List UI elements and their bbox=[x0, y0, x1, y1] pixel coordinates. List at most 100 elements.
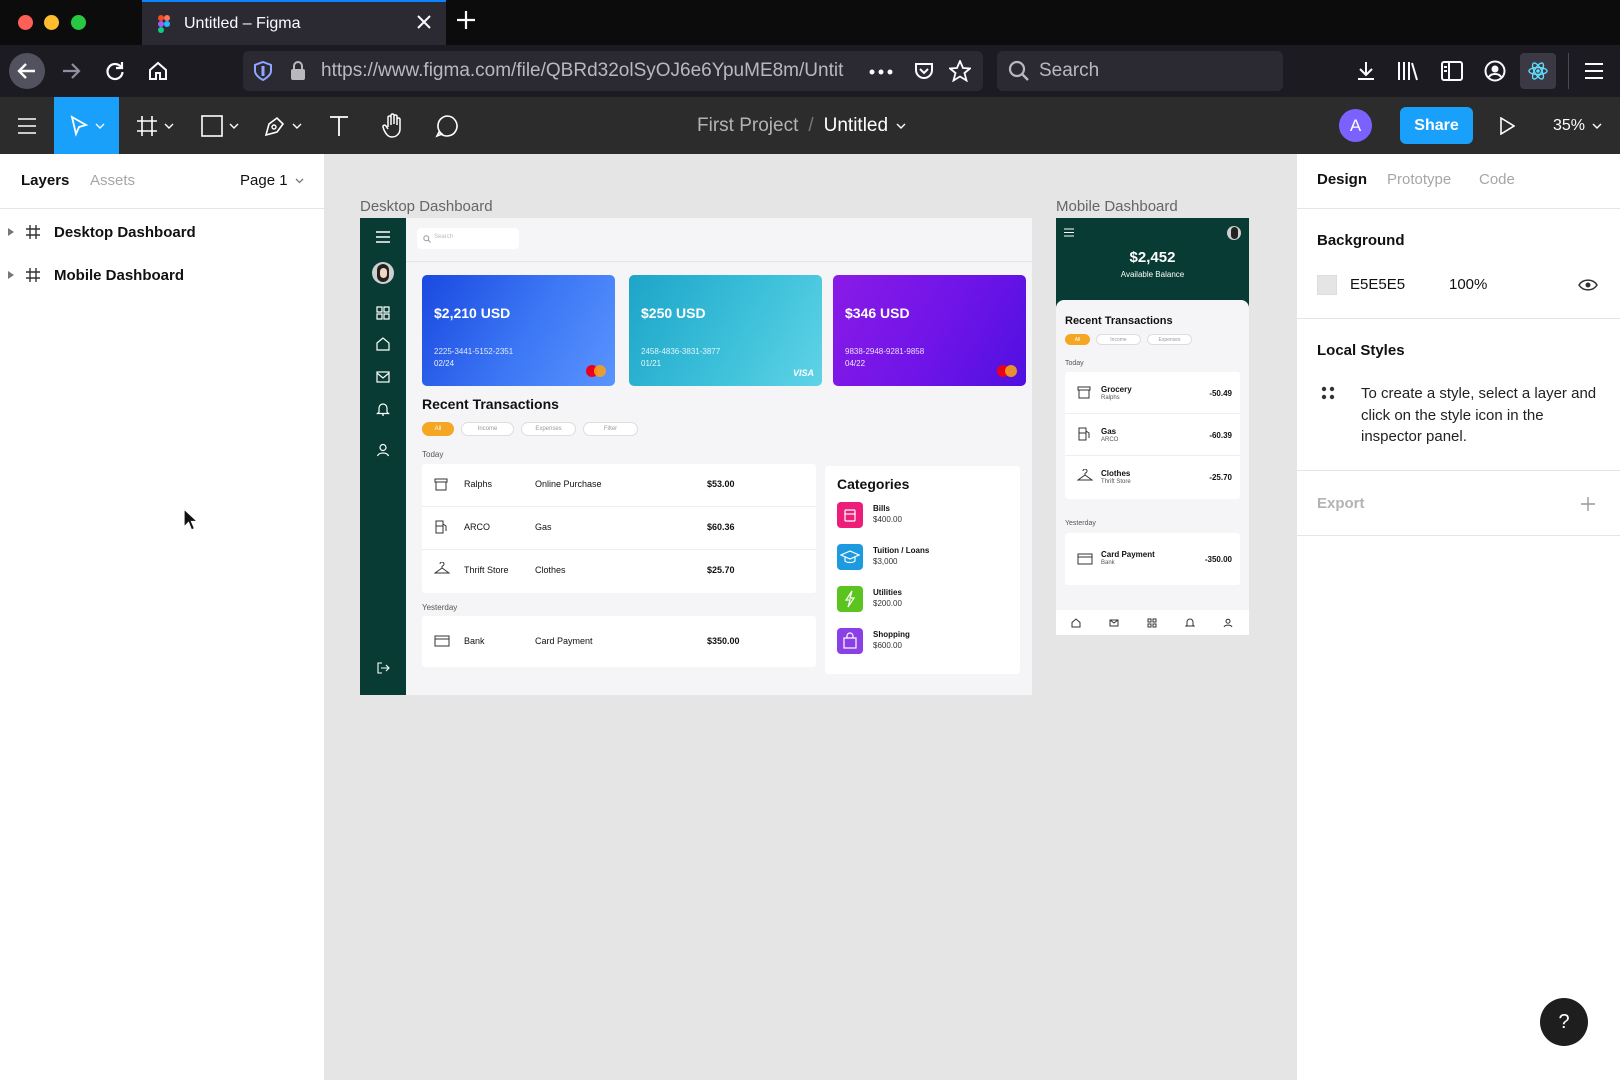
bookmark-star-icon[interactable] bbox=[949, 60, 971, 82]
tab-layers[interactable]: Layers bbox=[21, 172, 69, 189]
category-item[interactable]: Bills $400.00 bbox=[837, 500, 1007, 530]
card-1[interactable]: $2,210 USD 2225-3441-5152-2351 02/24 bbox=[422, 275, 615, 386]
layer-mobile-dashboard[interactable]: Mobile Dashboard bbox=[0, 259, 324, 291]
category-item[interactable]: Shopping $600.00 bbox=[837, 626, 1007, 656]
grid-icon[interactable] bbox=[1147, 618, 1157, 628]
category-item[interactable]: Tuition / Loans $3,000 bbox=[837, 542, 1007, 572]
desktop-dashboard-frame[interactable]: Search $2,210 USD 2225-3441-5152-2351 02… bbox=[360, 218, 1032, 695]
caret-right-icon[interactable] bbox=[8, 228, 14, 236]
export-heading: Export bbox=[1317, 495, 1365, 512]
account-icon[interactable] bbox=[1477, 53, 1513, 89]
list-item[interactable]: Clothes Thrift Store -25.70 bbox=[1065, 456, 1240, 498]
tx-merchant: Bank bbox=[1101, 560, 1115, 566]
background-color-swatch[interactable] bbox=[1317, 275, 1337, 295]
text-tool-button[interactable] bbox=[325, 97, 353, 154]
table-row[interactable]: Thrift Store Clothes $25.70 bbox=[422, 550, 816, 593]
tab-design[interactable]: Design bbox=[1317, 171, 1367, 188]
sidebar-toggle-icon[interactable] bbox=[1434, 53, 1470, 89]
mail-icon[interactable] bbox=[1109, 618, 1119, 628]
zoom-dropdown[interactable]: 35% bbox=[1553, 97, 1602, 154]
react-devtools-icon[interactable] bbox=[1520, 53, 1556, 89]
table-row[interactable]: ARCO Gas $60.36 bbox=[422, 507, 816, 550]
browser-search-input[interactable]: Search bbox=[997, 51, 1283, 91]
list-item[interactable]: Gas ARCO -60.39 bbox=[1065, 414, 1240, 456]
filter-income[interactable]: Income bbox=[1096, 334, 1141, 345]
frame-tool-button[interactable] bbox=[130, 97, 180, 154]
maximize-window-button[interactable] bbox=[71, 15, 86, 30]
filter-all[interactable]: All bbox=[422, 422, 454, 436]
table-row[interactable]: Bank Card Payment $350.00 bbox=[422, 616, 816, 667]
page-selector[interactable]: Page 1 bbox=[240, 172, 304, 189]
present-icon[interactable] bbox=[1495, 97, 1519, 154]
filter-income[interactable]: Income bbox=[461, 422, 514, 436]
tx-amount: $25.70 bbox=[707, 565, 735, 575]
comment-tool-button[interactable] bbox=[432, 97, 462, 154]
card-amount: $2,210 USD bbox=[434, 305, 511, 321]
panel-divider bbox=[1297, 470, 1620, 471]
user-icon[interactable] bbox=[1223, 618, 1233, 628]
caret-right-icon[interactable] bbox=[8, 271, 14, 279]
filter-button[interactable]: Filter bbox=[583, 422, 638, 436]
background-opacity-input[interactable]: 100% bbox=[1449, 276, 1487, 293]
tab-code[interactable]: Code bbox=[1479, 171, 1515, 188]
pen-tool-button[interactable] bbox=[258, 97, 308, 154]
frame-label-desktop[interactable]: Desktop Dashboard bbox=[360, 198, 493, 215]
visa-logo: VISA bbox=[792, 368, 814, 378]
page-actions-icon[interactable] bbox=[869, 69, 893, 75]
tx-merchant: Thrift Store bbox=[464, 565, 509, 575]
available-balance-label: Available Balance bbox=[1120, 270, 1185, 279]
browser-menu-icon[interactable] bbox=[1576, 53, 1612, 89]
list-item[interactable]: Card Payment Bank -350.00 bbox=[1065, 533, 1240, 585]
new-tab-icon[interactable] bbox=[455, 9, 477, 31]
browser-tab[interactable]: Untitled – Figma bbox=[142, 0, 446, 45]
avatar[interactable]: A bbox=[1339, 109, 1372, 142]
pocket-icon[interactable] bbox=[914, 61, 934, 81]
search-icon bbox=[423, 235, 431, 243]
mobile-dashboard-frame[interactable]: $2,452 Available Balance Recent Transact… bbox=[1056, 218, 1249, 635]
reload-icon[interactable] bbox=[97, 53, 133, 89]
filter-expenses[interactable]: Expenses bbox=[1147, 334, 1192, 345]
close-tab-icon[interactable] bbox=[416, 14, 432, 30]
main-menu-icon[interactable] bbox=[0, 97, 54, 154]
list-item[interactable]: Grocery Ralphs -50.49 bbox=[1065, 372, 1240, 414]
url-bar[interactable]: https://www.figma.com/file/QBRd32olSyOJ6… bbox=[243, 51, 983, 91]
forward-icon[interactable] bbox=[53, 53, 89, 89]
frame-label-mobile[interactable]: Mobile Dashboard bbox=[1056, 198, 1178, 215]
design-canvas[interactable]: Desktop Dashboard Mobile Dashboard Searc… bbox=[325, 154, 1296, 1080]
layer-desktop-dashboard[interactable]: Desktop Dashboard bbox=[0, 216, 324, 248]
help-button[interactable]: ? bbox=[1540, 998, 1588, 1046]
category-item[interactable]: Utilities $200.00 bbox=[837, 584, 1007, 614]
add-export-icon[interactable] bbox=[1580, 496, 1596, 512]
card-2[interactable]: $250 USD 2458-4836-3831-3877 01/21 VISA bbox=[629, 275, 822, 386]
home-icon[interactable] bbox=[1071, 618, 1081, 628]
dashboard-search-input[interactable]: Search bbox=[417, 228, 519, 249]
share-button[interactable]: Share bbox=[1400, 107, 1473, 144]
downloads-icon[interactable] bbox=[1348, 53, 1384, 89]
tx-merchant: ARCO bbox=[464, 522, 491, 532]
back-icon[interactable] bbox=[9, 53, 45, 89]
yesterday-transactions: Card Payment Bank -350.00 bbox=[1065, 533, 1240, 585]
library-icon[interactable] bbox=[1390, 53, 1426, 89]
minimize-window-button[interactable] bbox=[44, 15, 59, 30]
file-name[interactable]: Untitled bbox=[824, 115, 888, 137]
tx-type: Card Payment bbox=[535, 636, 593, 646]
filter-expenses[interactable]: Expenses bbox=[521, 422, 576, 436]
hand-tool-button[interactable] bbox=[378, 97, 408, 154]
move-tool-button[interactable] bbox=[54, 97, 119, 154]
chevron-down-icon[interactable] bbox=[896, 123, 906, 129]
table-row[interactable]: Ralphs Online Purchase $53.00 bbox=[422, 464, 816, 507]
background-hex-input[interactable]: E5E5E5 bbox=[1350, 276, 1405, 293]
bell-icon[interactable] bbox=[1185, 618, 1195, 628]
tab-prototype[interactable]: Prototype bbox=[1387, 171, 1451, 188]
home-icon[interactable] bbox=[140, 53, 176, 89]
tab-assets[interactable]: Assets bbox=[90, 172, 135, 189]
shape-tool-button[interactable] bbox=[195, 97, 245, 154]
project-name[interactable]: First Project bbox=[697, 115, 798, 137]
eye-icon[interactable] bbox=[1578, 278, 1598, 292]
card-amount: $250 USD bbox=[641, 305, 706, 321]
close-window-button[interactable] bbox=[18, 15, 33, 30]
store-icon bbox=[434, 478, 448, 491]
card-3[interactable]: $346 USD 9838-2948-9281-9858 04/22 bbox=[833, 275, 1026, 386]
filter-all[interactable]: All bbox=[1065, 334, 1090, 345]
mastercard-icon bbox=[997, 365, 1017, 377]
